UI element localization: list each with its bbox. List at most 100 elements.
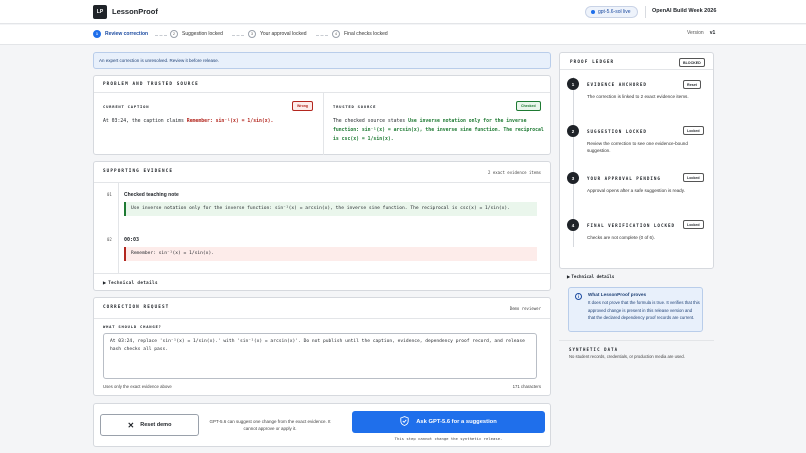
divider [559,340,714,341]
divider [560,69,713,70]
caret-right-icon: ▶ [103,280,107,285]
current-caption-text: At 03:24, the caption claims Remember: s… [103,117,318,126]
gpt-note: GPT-5.6 can suggest one change from the … [209,419,331,431]
ledger-step-desc: Review the correction to see one evidenc… [587,141,688,153]
ledger-step-number: 1 [567,78,579,90]
locked-badge: Locked [683,220,704,229]
ledger-step-title: SUGGESTION LOCKED [587,129,647,134]
step-approval-locked: 3 Your approval locked [248,30,307,38]
model-status-pill: gpt-5.6-sol live [585,6,638,18]
proves-text: It does not prove that the formula is tr… [588,300,700,321]
step-number: 4 [332,30,340,38]
correction-title: CORRECTION REQUEST [103,305,170,310]
ask-gpt-label: Ask GPT-5.6 for a suggestion [416,419,497,425]
evidence-item-quote: Remember: sin⁻¹(x) = 1/sin(x). [124,247,537,261]
synthetic-data-title: SYNTHETIC DATA [569,347,619,352]
character-count: 171 characters [512,384,541,389]
correction-textarea[interactable]: At 03:24, replace 'sin⁻¹(x) = 1/sin(x).'… [103,333,537,379]
ledger-status-badge: BLOCKED [679,58,705,67]
technical-details-label: Technical details [108,280,158,285]
what-should-change-label: WHAT SHOULD CHANGE? [103,324,162,329]
evidence-panel: SUPPORTING EVIDENCE 2 exact evidence ite… [93,161,551,291]
problem-title: PROBLEM AND TRUSTED SOURCE [103,82,199,87]
step-label: Your approval locked [260,31,307,37]
demo-reviewer-label: Demo reviewer [509,306,541,311]
synthetic-data-text: No student records, credentials, or prod… [569,354,685,359]
unresolved-alert: An expert correction is unresolved. Revi… [93,52,551,69]
actions-panel: ✕ Reset demo GPT-5.6 can suggest one cha… [93,403,551,447]
trusted-source-label: TRUSTED SOURCE [333,104,377,109]
step-review-correction[interactable]: 1 Review correction [93,30,148,38]
evidence-technical-details-toggle[interactable]: ▶ Technical details [103,280,158,285]
divider [118,183,119,273]
proof-ledger-panel: PROOF LEDGER BLOCKED 1 EVIDENCE ANCHORED… [559,52,714,269]
step-label: Suggestion locked [182,31,223,37]
evidence-count: 2 exact evidence items [488,170,541,175]
divider [94,92,550,93]
version-indicator: Version v1 [687,30,715,36]
trusted-source-prefix: The checked source states [333,119,406,124]
ask-gpt-sublabel: This step cannot change the synthetic re… [394,436,503,441]
reset-badge: Reset [683,80,701,89]
ask-gpt-button[interactable]: Ask GPT-5.6 for a suggestion [352,411,545,433]
build-week-label: OpenAI Build Week 2026 [652,8,717,14]
reset-demo-button[interactable]: ✕ Reset demo [100,414,199,436]
version-value: v1 [709,30,716,36]
step-final-checks-locked: 4 Final checks locked [332,30,388,38]
proves-info-box: i What LessonProof proves It does not pr… [568,287,703,332]
ledger-step-number: 2 [567,125,579,137]
checked-badge: Checked [516,101,541,111]
ledger-step-number: 3 [567,172,579,184]
step-connector [232,35,244,36]
divider [94,318,550,319]
trusted-source-text: The checked source states Use inverse no… [333,117,545,144]
live-dot-icon [591,10,595,14]
step-number: 3 [248,30,256,38]
step-connector [316,35,328,36]
locked-badge: Locked [683,126,704,135]
step-bar: 1 Review correction 2 Suggestion locked … [0,25,806,45]
step-number: 1 [93,30,101,38]
evidence-item-quote: Use inverse notation only for the invers… [124,202,537,216]
proves-title: What LessonProof proves [588,292,647,297]
app-name: LessonProof [112,7,158,16]
ledger-step-desc: Checks are not complete (0 of 6). [587,235,655,240]
divider [94,273,550,274]
reset-demo-label: Reset demo [140,422,172,428]
step-connector [155,35,167,36]
problem-panel: PROBLEM AND TRUSTED SOURCE CURRENT CAPTI… [93,75,551,155]
current-caption-claim: Remember: sin⁻¹(x) = 1/sin(x). [186,119,274,124]
correction-panel: CORRECTION REQUEST Demo reviewer WHAT SH… [93,297,551,396]
proof-ledger-title: PROOF LEDGER [570,60,615,65]
ledger-step-desc: Approval opens after a safe suggestion i… [587,188,685,193]
current-caption-prefix: At 03:24, the caption claims [103,119,184,124]
ledger-step-title: EVIDENCE ANCHORED [587,82,647,87]
locked-badge: Locked [683,173,704,182]
version-label: Version [687,30,704,36]
info-icon: i [575,293,582,300]
divider [323,93,324,155]
divider [645,6,646,18]
model-status-label: gpt-5.6-sol live [598,9,631,15]
app-logo: LP [93,5,107,19]
evidence-item-number: 02 [107,237,112,242]
evidence-title: SUPPORTING EVIDENCE [103,169,174,174]
ledger-technical-details-toggle[interactable]: ▶ Technical details [567,274,614,279]
current-caption-label: CURRENT CAPTION [103,104,150,109]
ledger-step-number: 4 [567,219,579,231]
step-label: Final checks locked [344,31,388,37]
wrong-badge: Wrong [292,101,314,111]
ledger-step-title: YOUR APPROVAL PENDING [587,176,661,181]
technical-details-label: Technical details [571,274,615,279]
evidence-item-title: Checked teaching note [124,192,179,198]
step-suggestion-locked: 2 Suggestion locked [170,30,223,38]
ledger-step-title: FINAL VERIFICATION LOCKED [587,223,676,228]
divider [94,182,550,183]
step-label: Review correction [105,31,149,37]
top-bar: LP LessonProof gpt-5.6-sol live OpenAI B… [0,0,806,24]
evidence-note: Uses only the exact evidence above [103,384,172,389]
evidence-item-number: 01 [107,192,112,197]
close-icon: ✕ [127,420,135,430]
ledger-step-desc: The correction is linked to 2 exact evid… [587,94,689,99]
shield-check-icon [400,416,409,428]
